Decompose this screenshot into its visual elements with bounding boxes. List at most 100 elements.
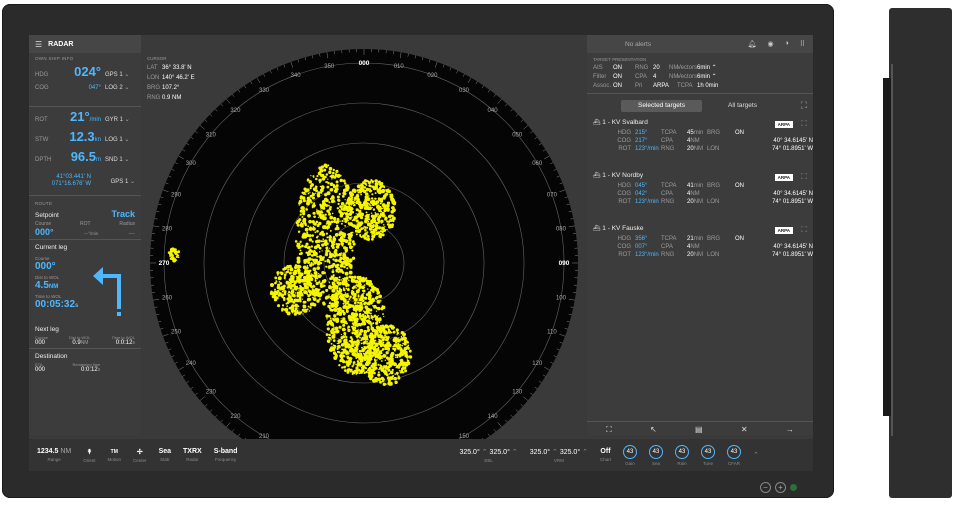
apps-grid-icon[interactable]: ⠿ xyxy=(800,40,805,48)
rng-value: 20 xyxy=(687,252,694,258)
pointer-icon[interactable]: ↖ xyxy=(650,425,657,434)
bearing-label: 340 xyxy=(291,73,302,79)
rng-value: 20 xyxy=(687,146,694,152)
expand-icon[interactable]: ⛶ xyxy=(801,225,807,235)
stab-control[interactable]: Sea Stab xyxy=(153,448,177,462)
bearing-label: 260 xyxy=(162,296,173,302)
ebl-control[interactable]: 325.0° ⌃ 325.0° ⌃ EBL xyxy=(453,448,523,463)
cursor-lat: 36° 33.8' N xyxy=(162,65,192,71)
brg-label: BRG xyxy=(707,130,721,136)
target-name: 1 - KV Fauske xyxy=(602,225,644,232)
bearing-label: 080 xyxy=(556,226,567,232)
bearing-label: 350 xyxy=(324,64,335,70)
setpoint-mode[interactable]: Track xyxy=(111,209,135,219)
user-icon[interactable]: ◉ xyxy=(768,40,774,48)
bell-icon[interactable]: 🔔︎ xyxy=(748,40,757,48)
bearing-label: 020 xyxy=(427,73,438,79)
target-card[interactable]: ⛴ 1 - KV Svalbard ARPA ⛶ HDG 215° TCPA 45m… xyxy=(587,116,813,169)
bearing-label: 070 xyxy=(547,193,558,199)
crossed-tool-icon[interactable]: ✕ xyxy=(741,425,748,434)
fullscreen-icon[interactable]: ⛶ xyxy=(606,425,612,435)
knob-sea[interactable]: 43 Sea xyxy=(643,444,669,466)
knob-value: 43 xyxy=(726,444,741,459)
center-control[interactable]: ✢ Center xyxy=(127,448,153,463)
app-header: ☰ RADAR xyxy=(29,35,141,53)
row-source[interactable]: LOG 1 xyxy=(105,136,135,143)
tp-cell[interactable]: 6min ⌃ xyxy=(697,64,725,73)
rng-unit: NM xyxy=(693,199,704,205)
vrm-control[interactable]: 325.0° ⌃ 325.0° ⌃ VRM xyxy=(524,448,594,463)
row-source[interactable]: GPS 1 xyxy=(105,71,135,78)
target-card[interactable]: ⛴ 1 - KV Nordby ARPA ⛶ HDG 045° TCPA 41min… xyxy=(587,169,813,222)
chart-control[interactable]: Off Chart xyxy=(594,448,617,462)
hardware-buttons: − + xyxy=(760,482,797,493)
tcpa-label: TCPA xyxy=(661,130,677,136)
row-source[interactable]: SND 1 xyxy=(105,156,135,163)
stab-label: Stab xyxy=(160,457,170,462)
rng-value: 20 xyxy=(687,199,694,205)
radar-control[interactable]: TXRX Radar xyxy=(177,448,208,462)
row-label: STW xyxy=(35,137,49,143)
menu-icon[interactable]: ☰ xyxy=(35,40,42,49)
row-label: ROT xyxy=(35,117,48,123)
knob-gain[interactable]: 43 Gain xyxy=(617,444,643,466)
card-icon[interactable]: ▤ xyxy=(695,425,703,434)
brg-label: BRG xyxy=(707,236,721,242)
tp-cell: ON xyxy=(613,74,622,80)
tp-cell: Filter xyxy=(593,74,607,80)
range-control[interactable]: 1234.5 NM Range xyxy=(29,448,77,462)
expand-icon[interactable]: ⛶ xyxy=(801,100,807,111)
expand-icon[interactable]: ⛶ xyxy=(801,119,807,129)
minus-button[interactable]: − xyxy=(760,482,771,493)
row-source[interactable]: LOG 2 xyxy=(105,84,135,91)
tp-cell[interactable]: 6min ⌃ xyxy=(697,73,725,82)
row-source[interactable]: GYR 1 xyxy=(105,116,135,123)
target-tabs: Selected targets All targets xyxy=(621,100,783,112)
orient-control[interactable]: ↟ Orient xyxy=(77,448,101,463)
knob-rain[interactable]: 43 Rain xyxy=(669,444,695,466)
center-label: Center xyxy=(133,457,147,463)
cursor-lon-label: LON xyxy=(147,75,160,81)
cursor-brg: 107.2° xyxy=(162,85,180,91)
lon-value: 74° 01.8951' W xyxy=(772,146,813,152)
tp-cell: ARPA xyxy=(653,83,669,89)
cpa-unit: NM xyxy=(690,244,700,250)
knob-cfar[interactable]: 43 CFAR xyxy=(721,444,747,466)
knob-label: Rain xyxy=(677,460,687,466)
row-unit: /min xyxy=(89,117,101,123)
motion-control[interactable]: TM Motion xyxy=(102,449,128,462)
arrow-right-icon[interactable]: → xyxy=(786,425,794,434)
arpa-badge: ARPA xyxy=(774,121,793,128)
knob-tune[interactable]: 43 Tune xyxy=(695,444,721,466)
tab-selected-targets[interactable]: Selected targets xyxy=(621,100,702,112)
position-source[interactable]: GPS 1 xyxy=(111,178,135,185)
tp-cell: Vectors xyxy=(677,74,698,80)
plus-button[interactable]: + xyxy=(775,482,786,493)
display-bezel: ☰ RADAR OWN SHIP INFO HDG 024° GPS 1COG … xyxy=(2,4,834,498)
row-unit: m xyxy=(96,157,101,163)
tab-all-targets[interactable]: All targets xyxy=(702,100,783,112)
vrm-value-2: 325.0° xyxy=(559,448,581,456)
range-value: 1234.5 xyxy=(37,448,59,455)
frequency-control[interactable]: S-band Frequency xyxy=(208,448,244,462)
power-led xyxy=(790,484,797,491)
bearing-label: 240 xyxy=(186,361,197,367)
expand-icon[interactable]: ⛶ xyxy=(801,172,807,182)
collapse-icon[interactable]: ⌃ xyxy=(747,451,765,459)
target-card[interactable]: ⛴ 1 - KV Fauske ARPA ⛶ HDG 356° TCPA 21min… xyxy=(587,222,813,275)
bearing-label: 110 xyxy=(547,329,557,335)
brightness-icon[interactable]: ◑ xyxy=(785,40,789,48)
setpoint-rot: ---°/min xyxy=(83,231,99,236)
tcpa-label: TCPA xyxy=(661,236,677,242)
radar-ppi[interactable]: 000 010 020 030 040 050 060 070 080 090 100 110 120 1… xyxy=(146,45,582,471)
route-panel: ROUTE Setpoint Track Course ROT Radius 0… xyxy=(29,198,141,373)
brg-value: ON xyxy=(735,130,744,136)
knob-value: 43 xyxy=(674,444,689,459)
cpa-label: CPA xyxy=(661,138,673,144)
remaining-unit: s xyxy=(97,367,101,373)
tp-cell[interactable]: 1h 0min xyxy=(697,82,725,91)
bearing-label: 000 xyxy=(359,60,370,67)
bearing-label: 010 xyxy=(394,64,405,70)
orient-label: Orient xyxy=(83,457,96,463)
bearing-label: 230 xyxy=(206,390,217,396)
